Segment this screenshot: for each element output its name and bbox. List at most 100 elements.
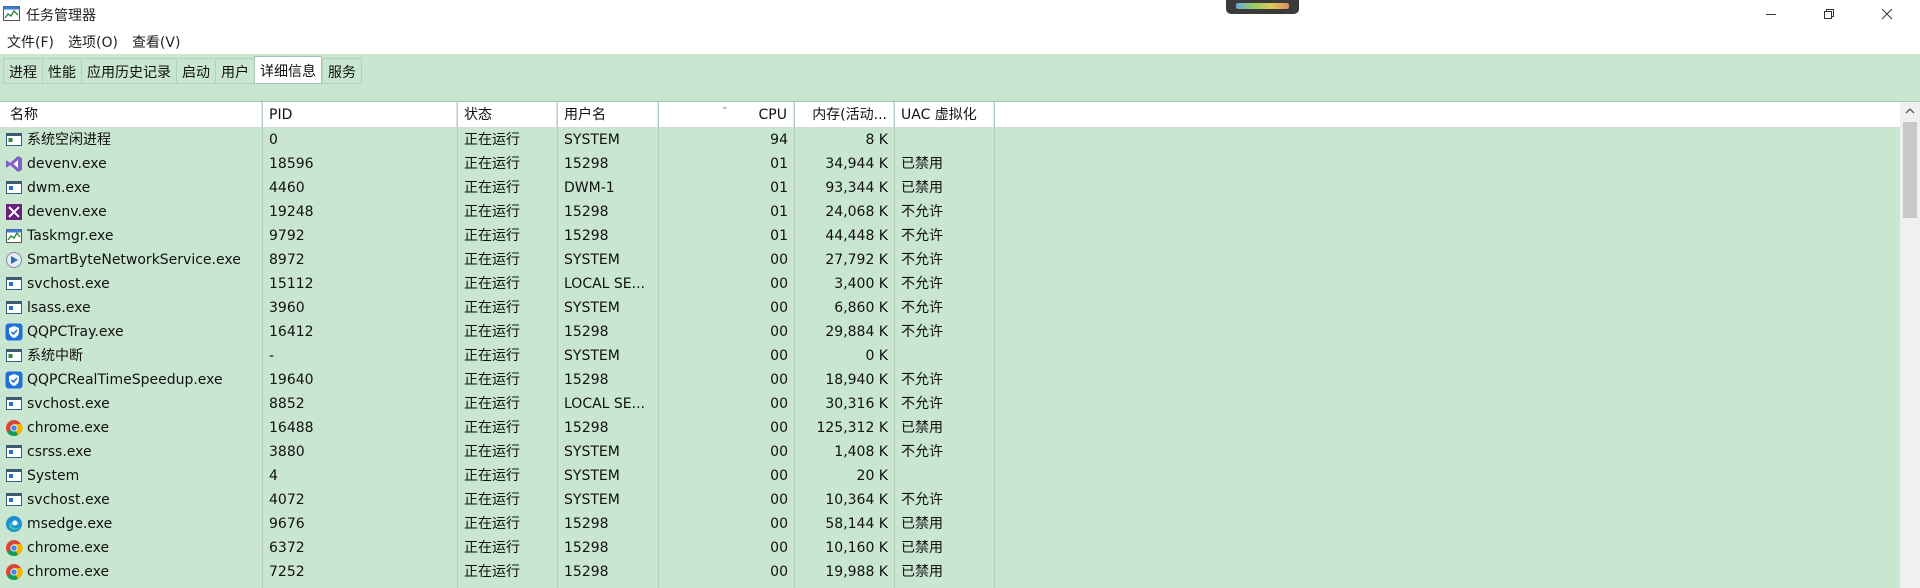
cell-user: 15298 (564, 564, 609, 580)
cell-name: devenv.exe (27, 204, 107, 220)
column-divider[interactable] (457, 102, 458, 588)
cell-user: 15298 (564, 204, 609, 220)
cell-user: 15298 (564, 372, 609, 388)
minimize-button[interactable] (1748, 0, 1794, 28)
chevron-up-icon (1905, 108, 1915, 114)
table-row[interactable]: lsass.exe 3960 正在运行 SYSTEM 00 6,860 K 不允许 (0, 296, 1900, 320)
tab-0[interactable]: 进程 (3, 58, 42, 84)
cell-uac: 已禁用 (901, 516, 943, 532)
column-divider[interactable] (794, 102, 795, 588)
cell-uac (894, 128, 994, 152)
column-header-status[interactable]: 状态 (457, 102, 557, 128)
table-row[interactable]: svchost.exe 4072 正在运行 SYSTEM 00 10,364 K 不允许 (0, 488, 1900, 512)
cell-pid: 19640 (269, 372, 314, 388)
taskmgr-icon (3, 6, 20, 21)
menu-file[interactable]: 文件(F) (0, 30, 61, 52)
cell-status: 正在运行 (464, 132, 520, 148)
close-button[interactable] (1864, 0, 1910, 28)
column-divider[interactable] (994, 102, 995, 588)
cell-pid: 16412 (269, 324, 314, 340)
cell-status: 正在运行 (464, 324, 520, 340)
column-header-pid[interactable]: PID (262, 102, 457, 128)
menu-view[interactable]: 查看(V) (125, 30, 188, 52)
cell-name: svchost.exe (27, 396, 110, 412)
column-header-user[interactable]: 用户名 (557, 102, 658, 128)
cell-uac: 不允许 (901, 276, 943, 292)
column-header-memory[interactable]: 内存(活动... (794, 102, 894, 128)
menu-options[interactable]: 选项(O) (61, 30, 125, 52)
table-header: 名称 PID 状态 用户名 CPU 内存(活动... UAC 虚拟化 ⌄ (0, 102, 1900, 128)
cell-name: 系统中断 (27, 348, 83, 364)
cell-uac: 不允许 (901, 204, 943, 220)
table-row[interactable]: chrome.exe 6372 正在运行 15298 00 10,160 K 已禁用 (0, 536, 1900, 560)
cell-user: SYSTEM (564, 444, 620, 460)
cell-cpu: 00 (770, 540, 788, 556)
cell-pid: 3880 (269, 444, 305, 460)
cell-user: 15298 (564, 540, 609, 556)
column-divider[interactable] (557, 102, 558, 588)
cell-uac: 不允许 (901, 228, 943, 244)
tab-6[interactable]: 服务 (322, 58, 362, 84)
cell-user: SYSTEM (564, 300, 620, 316)
cell-uac (894, 344, 994, 368)
cell-status: 正在运行 (464, 492, 520, 508)
column-header-uac[interactable]: UAC 虚拟化 (894, 102, 994, 128)
cell-status: 正在运行 (464, 372, 520, 388)
scroll-thumb[interactable] (1903, 122, 1917, 218)
taskbar-thumbnail[interactable] (1226, 0, 1299, 14)
table-row[interactable]: svchost.exe 8852 正在运行 LOCAL SE... 00 30,316 K… (0, 392, 1900, 416)
cell-user: SYSTEM (564, 492, 620, 508)
cell-user: SYSTEM (564, 348, 620, 364)
table-row[interactable]: devenv.exe 18596 正在运行 15298 01 34,944 K 已禁用 (0, 152, 1900, 176)
table-row[interactable]: Taskmgr.exe 9792 正在运行 15298 01 44,448 K 不允许 (0, 224, 1900, 248)
cell-user: 15298 (564, 516, 609, 532)
cell-pid: 9792 (269, 228, 305, 244)
scroll-up-button[interactable] (1900, 102, 1920, 120)
table-row[interactable]: svchost.exe 15112 正在运行 LOCAL SE... 00 3,400 K… (0, 272, 1900, 296)
restore-button[interactable] (1806, 0, 1852, 28)
cell-user: SYSTEM (564, 132, 620, 148)
details-table: 名称 PID 状态 用户名 CPU 内存(活动... UAC 虚拟化 ⌄ 系统空… (0, 102, 1900, 588)
table-row[interactable]: System 4 正在运行 SYSTEM 00 20 K (0, 464, 1900, 488)
cell-cpu: 00 (770, 516, 788, 532)
table-row[interactable]: SmartByteNetworkService.exe 8972 正在运行 SYSTE… (0, 248, 1900, 272)
cell-user: SYSTEM (564, 252, 620, 268)
table-row[interactable]: 系统中断 - 正在运行 SYSTEM 00 0 K (0, 344, 1900, 368)
cell-cpu: 01 (770, 156, 788, 172)
table-row[interactable]: 系统空闲进程 0 正在运行 SYSTEM 94 8 K (0, 128, 1900, 152)
cell-status: 正在运行 (464, 468, 520, 484)
cell-memory: 8 K (865, 132, 888, 148)
tab-1[interactable]: 性能 (42, 58, 81, 84)
cell-cpu: 00 (770, 348, 788, 364)
cell-memory: 19,988 K (825, 564, 888, 580)
tab-2[interactable]: 应用历史记录 (81, 58, 176, 84)
tab-5[interactable]: 详细信息 (254, 56, 322, 84)
cell-memory: 34,944 K (825, 156, 888, 172)
tab-3[interactable]: 启动 (176, 58, 215, 84)
cell-name: csrss.exe (27, 444, 92, 460)
tab-4[interactable]: 用户 (215, 58, 254, 84)
cell-memory: 1,408 K (834, 444, 888, 460)
cell-user: 15298 (564, 228, 609, 244)
table-row[interactable]: dwm.exe 4460 正在运行 DWM-1 01 93,344 K 已禁用 (0, 176, 1900, 200)
table-row[interactable]: chrome.exe 7252 正在运行 15298 00 19,988 K 已禁用 (0, 560, 1900, 584)
cell-name: chrome.exe (27, 564, 110, 580)
cell-uac: 已禁用 (901, 564, 943, 580)
table-row[interactable]: csrss.exe 3880 正在运行 SYSTEM 00 1,408 K 不允许 (0, 440, 1900, 464)
table-row[interactable]: devenv.exe 19248 正在运行 15298 01 24,068 K 不允许 (0, 200, 1900, 224)
vertical-scrollbar[interactable] (1900, 102, 1920, 588)
column-divider[interactable] (658, 102, 659, 588)
cell-memory: 18,940 K (825, 372, 888, 388)
column-divider[interactable] (262, 102, 263, 588)
cell-memory: 10,364 K (825, 492, 888, 508)
cell-cpu: 01 (770, 204, 788, 220)
table-row[interactable]: chrome.exe 16488 正在运行 15298 00 125,312 K 已禁用 (0, 416, 1900, 440)
column-divider[interactable] (894, 102, 895, 588)
cell-cpu: 00 (770, 564, 788, 580)
table-row[interactable]: QQPCRealTimeSpeedup.exe 19640 正在运行 15298 00 1… (0, 368, 1900, 392)
table-row[interactable]: msedge.exe 9676 正在运行 15298 00 58,144 K 已禁用 (0, 512, 1900, 536)
column-header-name[interactable]: 名称 (0, 102, 262, 128)
close-icon (1881, 8, 1893, 20)
table-row[interactable]: QQPCTray.exe 16412 正在运行 15298 00 29,884 K 不允许 (0, 320, 1900, 344)
tab-strip: 进程 性能 应用历史记录 启动 用户 详细信息 服务 (0, 54, 1920, 102)
